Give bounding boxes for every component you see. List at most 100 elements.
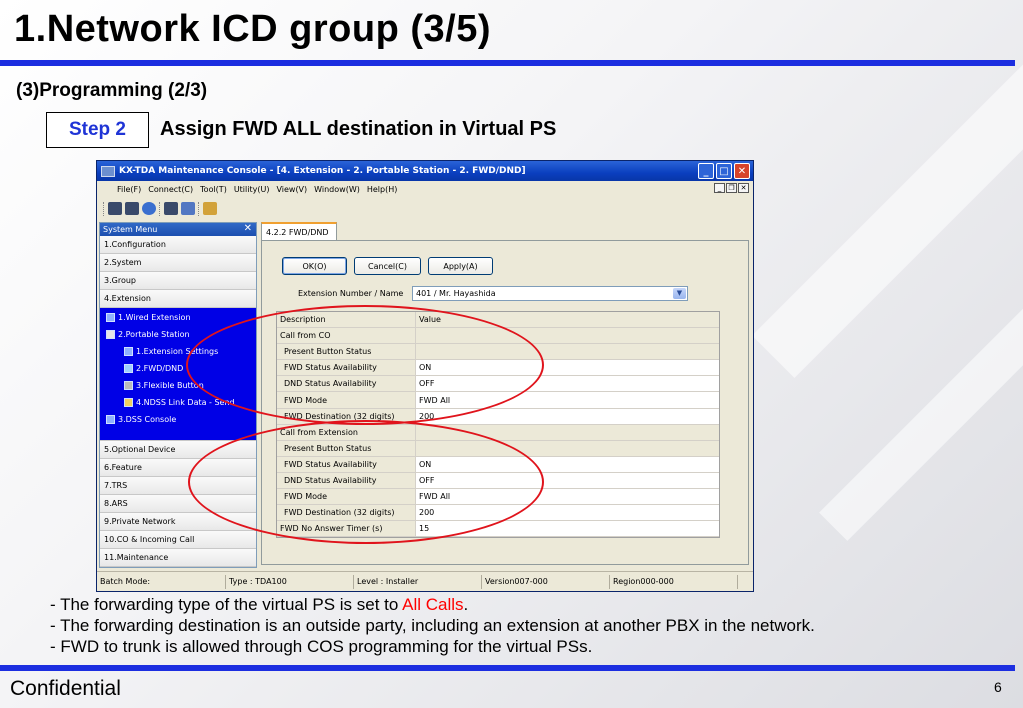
- status-divider: [353, 575, 354, 589]
- maintenance-console-window: KX-TDA Maintenance Console - [4. Extensi…: [96, 160, 754, 592]
- ok-button[interactable]: OK(O): [282, 257, 347, 275]
- sidebar-item-private-network[interactable]: 9.Private Network: [100, 513, 256, 531]
- minimize-icon[interactable]: _: [698, 163, 714, 179]
- sidebar-item-trs[interactable]: 7.TRS: [100, 477, 256, 495]
- step-badge: Step 2: [46, 112, 149, 148]
- close-icon[interactable]: ✕: [244, 223, 252, 234]
- tree-label: 3.Flexible Button: [136, 381, 204, 390]
- sidebar-item-system[interactable]: 2.System: [100, 254, 256, 272]
- table-row[interactable]: FWD Status Availability ON: [277, 360, 719, 377]
- tab-fwd-dnd[interactable]: 4.2.2 FWD/DND: [261, 222, 337, 240]
- row-value[interactable]: FWD All: [416, 392, 719, 408]
- row-value[interactable]: 200: [416, 408, 719, 424]
- portable-phone-icon: [106, 330, 115, 339]
- background-stripe: [752, 0, 1023, 378]
- console-icon: [106, 415, 115, 424]
- tree-item-fwd-dnd[interactable]: 2.FWD/DND: [124, 364, 183, 373]
- status-level: Level : Installer: [357, 577, 419, 586]
- table-row[interactable]: FWD Status Availability ON: [277, 456, 719, 473]
- fwd-dnd-panel: OK(O) Cancel(C) Apply(A) Extension Numbe…: [261, 240, 749, 565]
- sidebar-item-extension[interactable]: 4.Extension: [100, 290, 256, 308]
- exit-icon[interactable]: [203, 202, 217, 215]
- menu-help[interactable]: Help(H): [367, 185, 398, 194]
- table-row: Present Button Status: [277, 440, 719, 457]
- tree-item-dss-console[interactable]: 3.DSS Console: [106, 415, 176, 424]
- status-version: Version007-000: [485, 577, 548, 586]
- row-value: [416, 440, 719, 456]
- toolbar: [97, 198, 753, 219]
- table-row[interactable]: FWD Mode FWD All: [277, 392, 719, 409]
- table-row: Present Button Status: [277, 344, 719, 361]
- row-value[interactable]: 15: [416, 521, 719, 537]
- extension-select-value: 401 / Mr. Hayashida: [416, 289, 496, 298]
- extension-tree: 1.Wired Extension 2.Portable Station 1.E…: [100, 308, 256, 441]
- table-row[interactable]: FWD Destination (32 digits) 200: [277, 408, 719, 425]
- save-icon[interactable]: [164, 202, 178, 215]
- page-number: 6: [994, 679, 1002, 695]
- mdi-close-icon[interactable]: ✕: [738, 183, 749, 193]
- tree-item-extension-settings[interactable]: 1.Extension Settings: [124, 347, 218, 356]
- slide-subtitle: (3)Programming (2/3): [16, 80, 208, 101]
- close-icon[interactable]: ✕: [734, 163, 750, 179]
- row-value[interactable]: OFF: [416, 472, 719, 489]
- menu-window[interactable]: Window(W): [314, 185, 360, 194]
- chevron-down-icon[interactable]: ▼: [673, 288, 686, 299]
- bottom-rule: [0, 665, 1015, 671]
- tree-label: 3.DSS Console: [118, 415, 177, 424]
- table-row[interactable]: FWD No Answer Timer (s) 15: [277, 521, 719, 538]
- row-description: FWD Destination (32 digits): [277, 505, 416, 521]
- tree-label: 1.Extension Settings: [136, 347, 219, 356]
- sidebar-item-maintenance[interactable]: 11.Maintenance: [100, 549, 256, 567]
- tree-item-flexible-button[interactable]: 3.Flexible Button: [124, 381, 204, 390]
- grid-header-row: Description Value: [277, 312, 719, 329]
- status-region: Region000-000: [613, 577, 674, 586]
- row-value[interactable]: ON: [416, 456, 719, 472]
- menu-connect[interactable]: Connect(C): [148, 185, 193, 194]
- toolbar-separator: [198, 201, 200, 216]
- table-row[interactable]: DND Status Availability OFF: [277, 472, 719, 490]
- mdi-restore-icon[interactable]: ❐: [726, 183, 737, 193]
- window-title: KX-TDA Maintenance Console - [4. Extensi…: [119, 166, 526, 176]
- menu-view[interactable]: View(V): [276, 185, 307, 194]
- row-value[interactable]: OFF: [416, 376, 719, 392]
- row-description: DND Status Availability: [277, 376, 416, 392]
- tree-item-ndss-link[interactable]: 4.NDSS Link Data - Send: [124, 398, 235, 407]
- maximize-icon[interactable]: □: [716, 163, 732, 179]
- sidebar-item-ars[interactable]: 8.ARS: [100, 495, 256, 513]
- system-menu-panel: System Menu ✕ 1.Configuration 2.System 3…: [99, 222, 257, 568]
- user-icon[interactable]: [181, 202, 195, 215]
- window-titlebar[interactable]: KX-TDA Maintenance Console - [4. Extensi…: [97, 161, 753, 181]
- row-value[interactable]: ON: [416, 360, 719, 376]
- disconnect-icon[interactable]: [125, 202, 139, 215]
- fwd-dnd-grid: Description Value Call from CO Present B…: [276, 311, 720, 539]
- row-value[interactable]: FWD All: [416, 489, 719, 505]
- settings-icon[interactable]: [142, 202, 156, 215]
- menu-file[interactable]: File(F): [117, 185, 141, 194]
- status-divider: [609, 575, 610, 589]
- extension-select[interactable]: 401 / Mr. Hayashida ▼: [412, 286, 688, 301]
- row-description: FWD Mode: [277, 392, 416, 408]
- sidebar-item-group[interactable]: 3.Group: [100, 272, 256, 290]
- row-value[interactable]: 200: [416, 505, 719, 521]
- sidebar-item-configuration[interactable]: 1.Configuration: [100, 236, 256, 254]
- tree-item-portable-station[interactable]: 2.Portable Station: [106, 330, 190, 339]
- table-row[interactable]: FWD Destination (32 digits) 200: [277, 505, 719, 522]
- table-row[interactable]: DND Status Availability OFF: [277, 376, 719, 393]
- menu-tool[interactable]: Tool(T): [200, 185, 227, 194]
- apply-button[interactable]: Apply(A): [428, 257, 493, 275]
- sidebar-item-co-incoming[interactable]: 10.CO & Incoming Call: [100, 531, 256, 549]
- footer-confidential: Confidential: [10, 677, 121, 700]
- menu-utility[interactable]: Utility(U): [234, 185, 270, 194]
- tree-label: 4.NDSS Link Data - Send: [136, 398, 235, 407]
- tree-item-wired-extension[interactable]: 1.Wired Extension: [106, 313, 191, 322]
- table-row[interactable]: FWD Mode FWD All: [277, 489, 719, 506]
- connect-icon[interactable]: [108, 202, 122, 215]
- sidebar-item-optional-device[interactable]: 5.Optional Device: [100, 441, 256, 459]
- note-1-prefix: - The forwarding type of the virtual PS …: [50, 595, 403, 614]
- app-icon: [101, 165, 115, 177]
- sidebar-item-feature[interactable]: 6.Feature: [100, 459, 256, 477]
- note-1: - The forwarding type of the virtual PS …: [50, 594, 815, 615]
- mdi-minimize-icon[interactable]: _: [714, 183, 725, 193]
- column-header-value: Value: [419, 315, 441, 325]
- cancel-button[interactable]: Cancel(C): [354, 257, 421, 275]
